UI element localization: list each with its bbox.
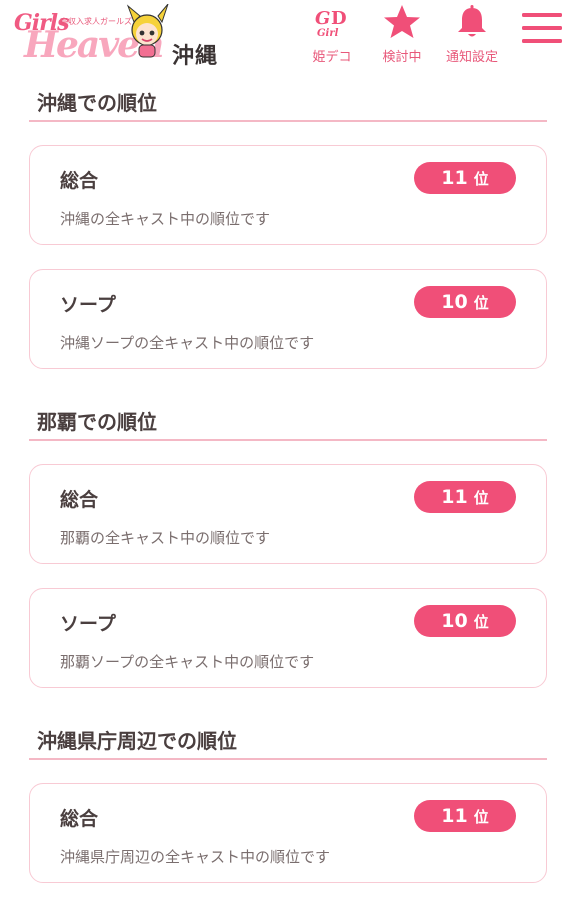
logo-region: 沖縄	[172, 44, 219, 69]
site-logo[interactable]: Girls 高収入求人ガールズ Heaven 沖縄	[12, 4, 222, 70]
rank-description: 沖縄ソープの全キャスト中の順位です	[60, 334, 315, 352]
rank-card: ソープ 10 位 沖縄ソープの全キャスト中の順位です	[29, 269, 547, 369]
rank-card: ソープ 10 位 那覇ソープの全キャスト中の順位です	[29, 588, 547, 688]
section-title: 沖縄での順位	[29, 80, 547, 122]
rank-unit: 位	[473, 808, 489, 826]
app-header: Girls 高収入求人ガールズ Heaven 沖縄 G D Girl 姫デコ 検…	[0, 0, 576, 80]
star-icon	[384, 5, 420, 38]
rank-unit: 位	[473, 294, 489, 312]
rank-card: 総合 11 位 沖縄の全キャスト中の順位です	[29, 145, 547, 245]
rank-badge: 11 位	[414, 800, 516, 832]
rank-unit: 位	[473, 613, 489, 631]
nav-favorites[interactable]: 検討中	[366, 4, 438, 68]
mascot-icon	[126, 4, 169, 58]
section-title: 沖縄県庁周辺での順位	[29, 718, 547, 760]
rank-category-name: 総合	[60, 170, 99, 192]
ranking-section-naha: 那覇での順位 総合 11 位 那覇の全キャスト中の順位です ソープ 10 位 那覇ソ…	[0, 399, 576, 688]
svg-text:G: G	[315, 8, 330, 29]
rank-description: 那覇ソープの全キャスト中の順位です	[60, 653, 315, 671]
section-title: 那覇での順位	[29, 399, 547, 441]
rank-category-name: ソープ	[60, 294, 116, 316]
svg-text:D: D	[331, 8, 347, 29]
rank-badge: 11 位	[414, 162, 516, 194]
nav-favorites-label: 検討中	[382, 50, 422, 65]
svg-text:Girl: Girl	[317, 28, 339, 39]
hamburger-menu-icon[interactable]	[520, 10, 564, 46]
rank-unit: 位	[473, 170, 489, 188]
rank-number: 11	[441, 805, 468, 827]
rank-badge: 11 位	[414, 481, 516, 513]
rank-card: 総合 11 位 沖縄県庁周辺の全キャスト中の順位です	[29, 783, 547, 883]
nav-hime-deco-label: 姫デコ	[312, 50, 352, 65]
hime-deco-icon: G D Girl	[315, 8, 347, 39]
rank-badge: 10 位	[414, 605, 516, 637]
rank-number: 11	[441, 486, 468, 508]
rank-number: 10	[441, 610, 468, 632]
rank-badge: 10 位	[414, 286, 516, 318]
ranking-content: 沖縄での順位 総合 11 位 沖縄の全キャスト中の順位です ソープ 10 位 沖縄ソ…	[0, 80, 576, 883]
nav-hime-deco[interactable]: G D Girl 姫デコ	[296, 4, 368, 68]
rank-description: 沖縄県庁周辺の全キャスト中の順位です	[60, 848, 331, 866]
rank-category-name: ソープ	[60, 613, 116, 635]
rank-number: 10	[441, 291, 468, 313]
rank-description: 那覇の全キャスト中の順位です	[60, 529, 271, 547]
rank-category-name: 総合	[60, 489, 99, 511]
rank-category-name: 総合	[60, 808, 99, 830]
rank-number: 11	[441, 167, 468, 189]
bell-icon	[458, 5, 486, 37]
rank-card: 総合 11 位 那覇の全キャスト中の順位です	[29, 464, 547, 564]
ranking-section-okinawa: 沖縄での順位 総合 11 位 沖縄の全キャスト中の順位です ソープ 10 位 沖縄ソ…	[0, 80, 576, 369]
nav-notifications-label: 通知設定	[445, 50, 498, 65]
ranking-section-prefectural-office: 沖縄県庁周辺での順位 総合 11 位 沖縄県庁周辺の全キャスト中の順位です	[0, 718, 576, 883]
nav-notifications[interactable]: 通知設定	[436, 4, 508, 68]
rank-unit: 位	[473, 489, 489, 507]
rank-description: 沖縄の全キャスト中の順位です	[60, 210, 271, 228]
